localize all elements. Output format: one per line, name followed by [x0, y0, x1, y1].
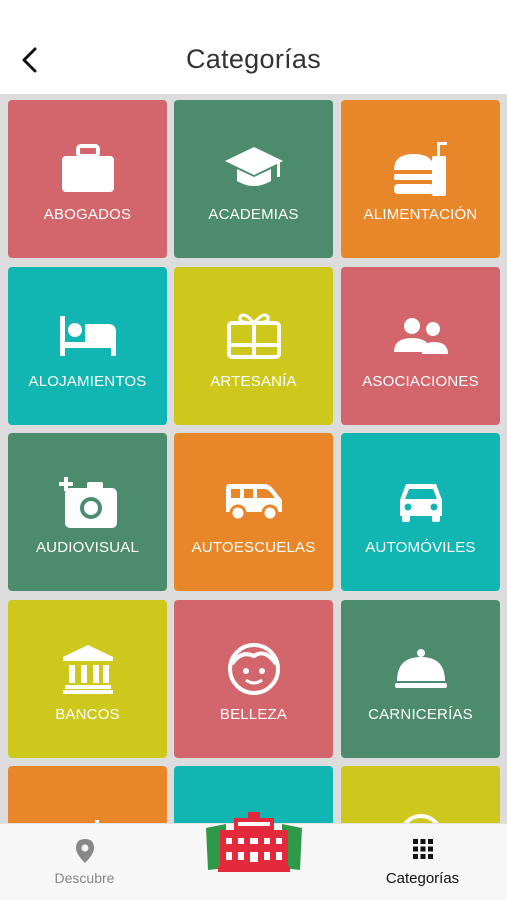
food-cloche-icon	[394, 649, 447, 688]
fast-food-icon	[393, 142, 447, 196]
location-pin-icon	[75, 839, 94, 863]
category-label: CARNICERÍAS	[368, 706, 473, 723]
gift-card-icon	[226, 313, 281, 359]
graduation-cap-icon	[224, 147, 283, 186]
add-camera-icon	[58, 477, 117, 528]
category-label: AUDIOVISUAL	[35, 539, 140, 556]
van-icon	[225, 484, 282, 522]
category-tile-academias[interactable]: ACADEMIAS	[174, 100, 333, 258]
category-tile-asociaciones[interactable]: ASOCIACIONES	[341, 267, 500, 425]
category-tile-abogados[interactable]: ABOGADOS	[8, 100, 167, 258]
face-icon	[227, 643, 280, 695]
category-tile-artesania[interactable]: ARTESANÍA	[174, 267, 333, 425]
category-label: ACADEMIAS	[208, 206, 299, 223]
category-label: ALIMENTACIÓN	[363, 206, 478, 223]
category-label: AUTOESCUELAS	[191, 539, 316, 556]
category-tile-automoviles[interactable]: AUTOMÓVILES	[341, 433, 500, 591]
partial-icon	[94, 820, 99, 823]
page-title: Categorías	[185, 44, 322, 74]
category-tile-carnicerias[interactable]: CARNICERÍAS	[341, 600, 500, 758]
category-label: ARTESANÍA	[210, 373, 297, 390]
tab-categorias[interactable]: Categorías	[338, 824, 507, 900]
car-icon	[399, 484, 442, 522]
category-tile-partial[interactable]	[8, 766, 167, 823]
people-icon	[393, 318, 448, 354]
bed-icon	[59, 316, 116, 356]
briefcase-icon	[61, 144, 114, 192]
category-label: BANCOS	[55, 706, 120, 723]
partial-icon	[402, 814, 439, 823]
screen: Categorías ABOGADOS ACADEMIAS ALIMENTACI…	[0, 0, 507, 900]
category-tile-autoescuelas[interactable]: AUTOESCUELAS	[174, 433, 333, 591]
tab-label: Categorías	[385, 870, 460, 887]
grid-icon	[412, 839, 433, 859]
category-tile-partial[interactable]	[341, 766, 500, 823]
category-tile-alimentacion[interactable]: ALIMENTACIÓN	[341, 100, 500, 258]
category-tile-bancos[interactable]: BANCOS	[8, 600, 167, 758]
town-hall-logo-button[interactable]	[204, 810, 304, 880]
category-tile-belleza[interactable]: BELLEZA	[174, 600, 333, 758]
categories-grid[interactable]: ABOGADOS ACADEMIAS ALIMENTACIÓN ALOJAMIE…	[0, 94, 507, 823]
category-label: ALOJAMIENTOS	[28, 373, 147, 390]
bank-icon	[62, 645, 113, 694]
header: Categorías	[0, 0, 507, 94]
town-hall-logo-icon	[206, 812, 302, 872]
category-tile-alojamientos[interactable]: ALOJAMIENTOS	[8, 267, 167, 425]
category-label: ABOGADOS	[43, 206, 132, 223]
tab-label: Descubre	[54, 870, 115, 886]
category-label: ASOCIACIONES	[362, 373, 479, 390]
category-label: AUTOMÓVILES	[365, 539, 476, 556]
category-tile-audiovisual[interactable]: AUDIOVISUAL	[8, 433, 167, 591]
category-label: BELLEZA	[219, 706, 288, 723]
bottom-tab-bar: Descubre Categorías	[0, 812, 507, 900]
tab-descubre[interactable]: Descubre	[0, 824, 169, 900]
